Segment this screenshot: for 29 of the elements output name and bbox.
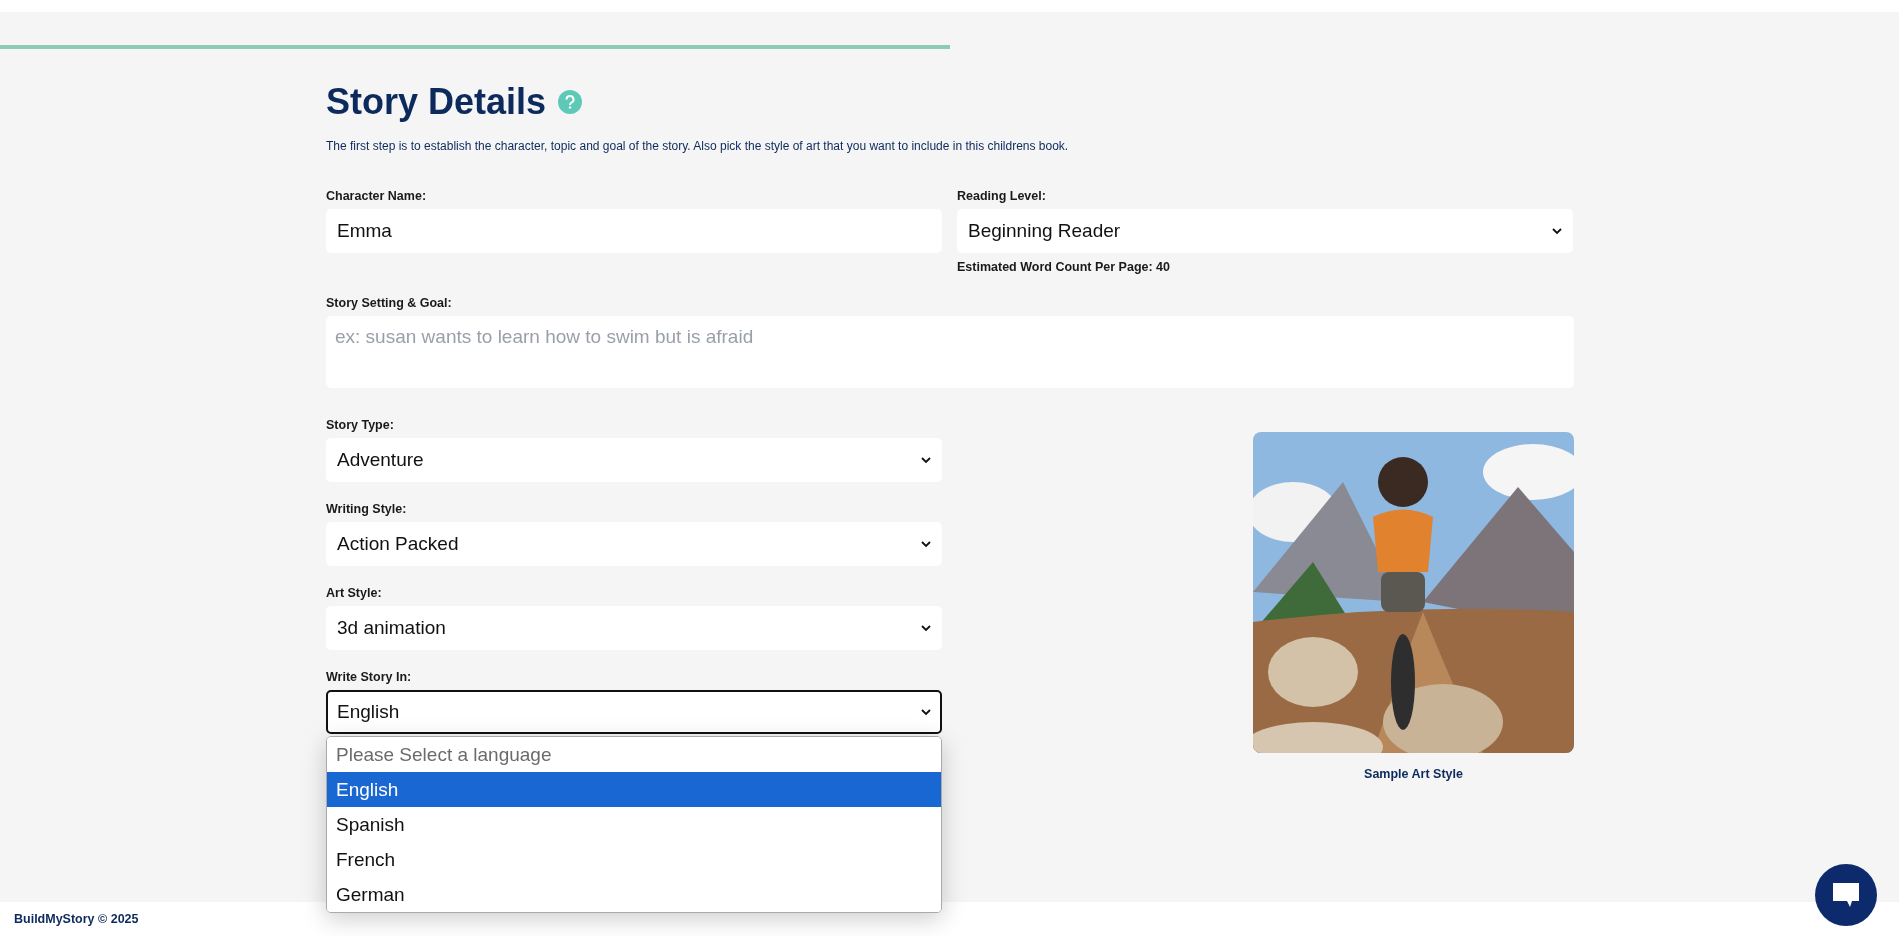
field-label: Reading Level: (957, 189, 1047, 203)
dropdown-option[interactable]: Please Select a language (327, 737, 941, 772)
chevron-icon (921, 456, 931, 464)
field-label: Story Type: (326, 418, 395, 432)
dropdown-select[interactable]: English (326, 690, 942, 734)
dropdown-option[interactable]: French (327, 842, 941, 877)
dropdown-select[interactable]: Action Packed (326, 522, 942, 566)
dropdown-select[interactable]: 3d animation (326, 606, 942, 650)
chevron-icon (1552, 227, 1562, 235)
dropdown-select[interactable]: Adventure (326, 438, 942, 482)
word-count-note: Estimated Word Count Per Page: 40 (957, 260, 1171, 274)
description-text: The first step is to establish the character, topic and goal of the story. Also pick the style of art that you want to include in this childrens book. (326, 139, 1070, 153)
field-label: Write Story In: (326, 670, 413, 684)
dropdown-option[interactable]: English (327, 772, 941, 807)
dropdown-option[interactable]: German (327, 877, 941, 912)
chevron-icon (921, 540, 931, 548)
field-label: Art Style: (326, 586, 383, 600)
footer-copyright: BuildMyStory © 2025 (14, 912, 139, 926)
chevron-icon (921, 624, 931, 632)
page-title: Story Details (326, 81, 547, 123)
field-label: Story Setting & Goal: (326, 296, 453, 310)
dropdown-option[interactable]: Spanish (327, 807, 941, 842)
chat-icon (1831, 881, 1861, 909)
chevron-icon (921, 708, 931, 716)
field-label: Writing Style: (326, 502, 408, 516)
picture-caption: Sample Art Style (1364, 767, 1463, 781)
character-name-input[interactable]: Emma (326, 209, 942, 253)
field-label: Character Name: (326, 189, 428, 203)
reading-level-select[interactable]: Beginning Reader (957, 209, 1573, 253)
